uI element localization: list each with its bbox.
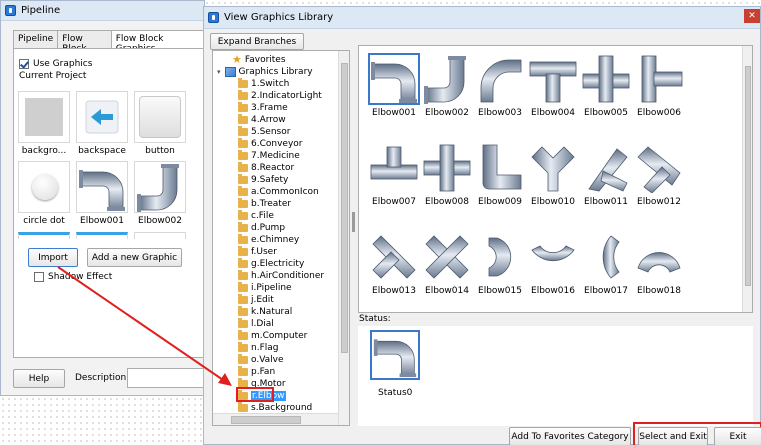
annotation-arrow xyxy=(57,266,232,386)
